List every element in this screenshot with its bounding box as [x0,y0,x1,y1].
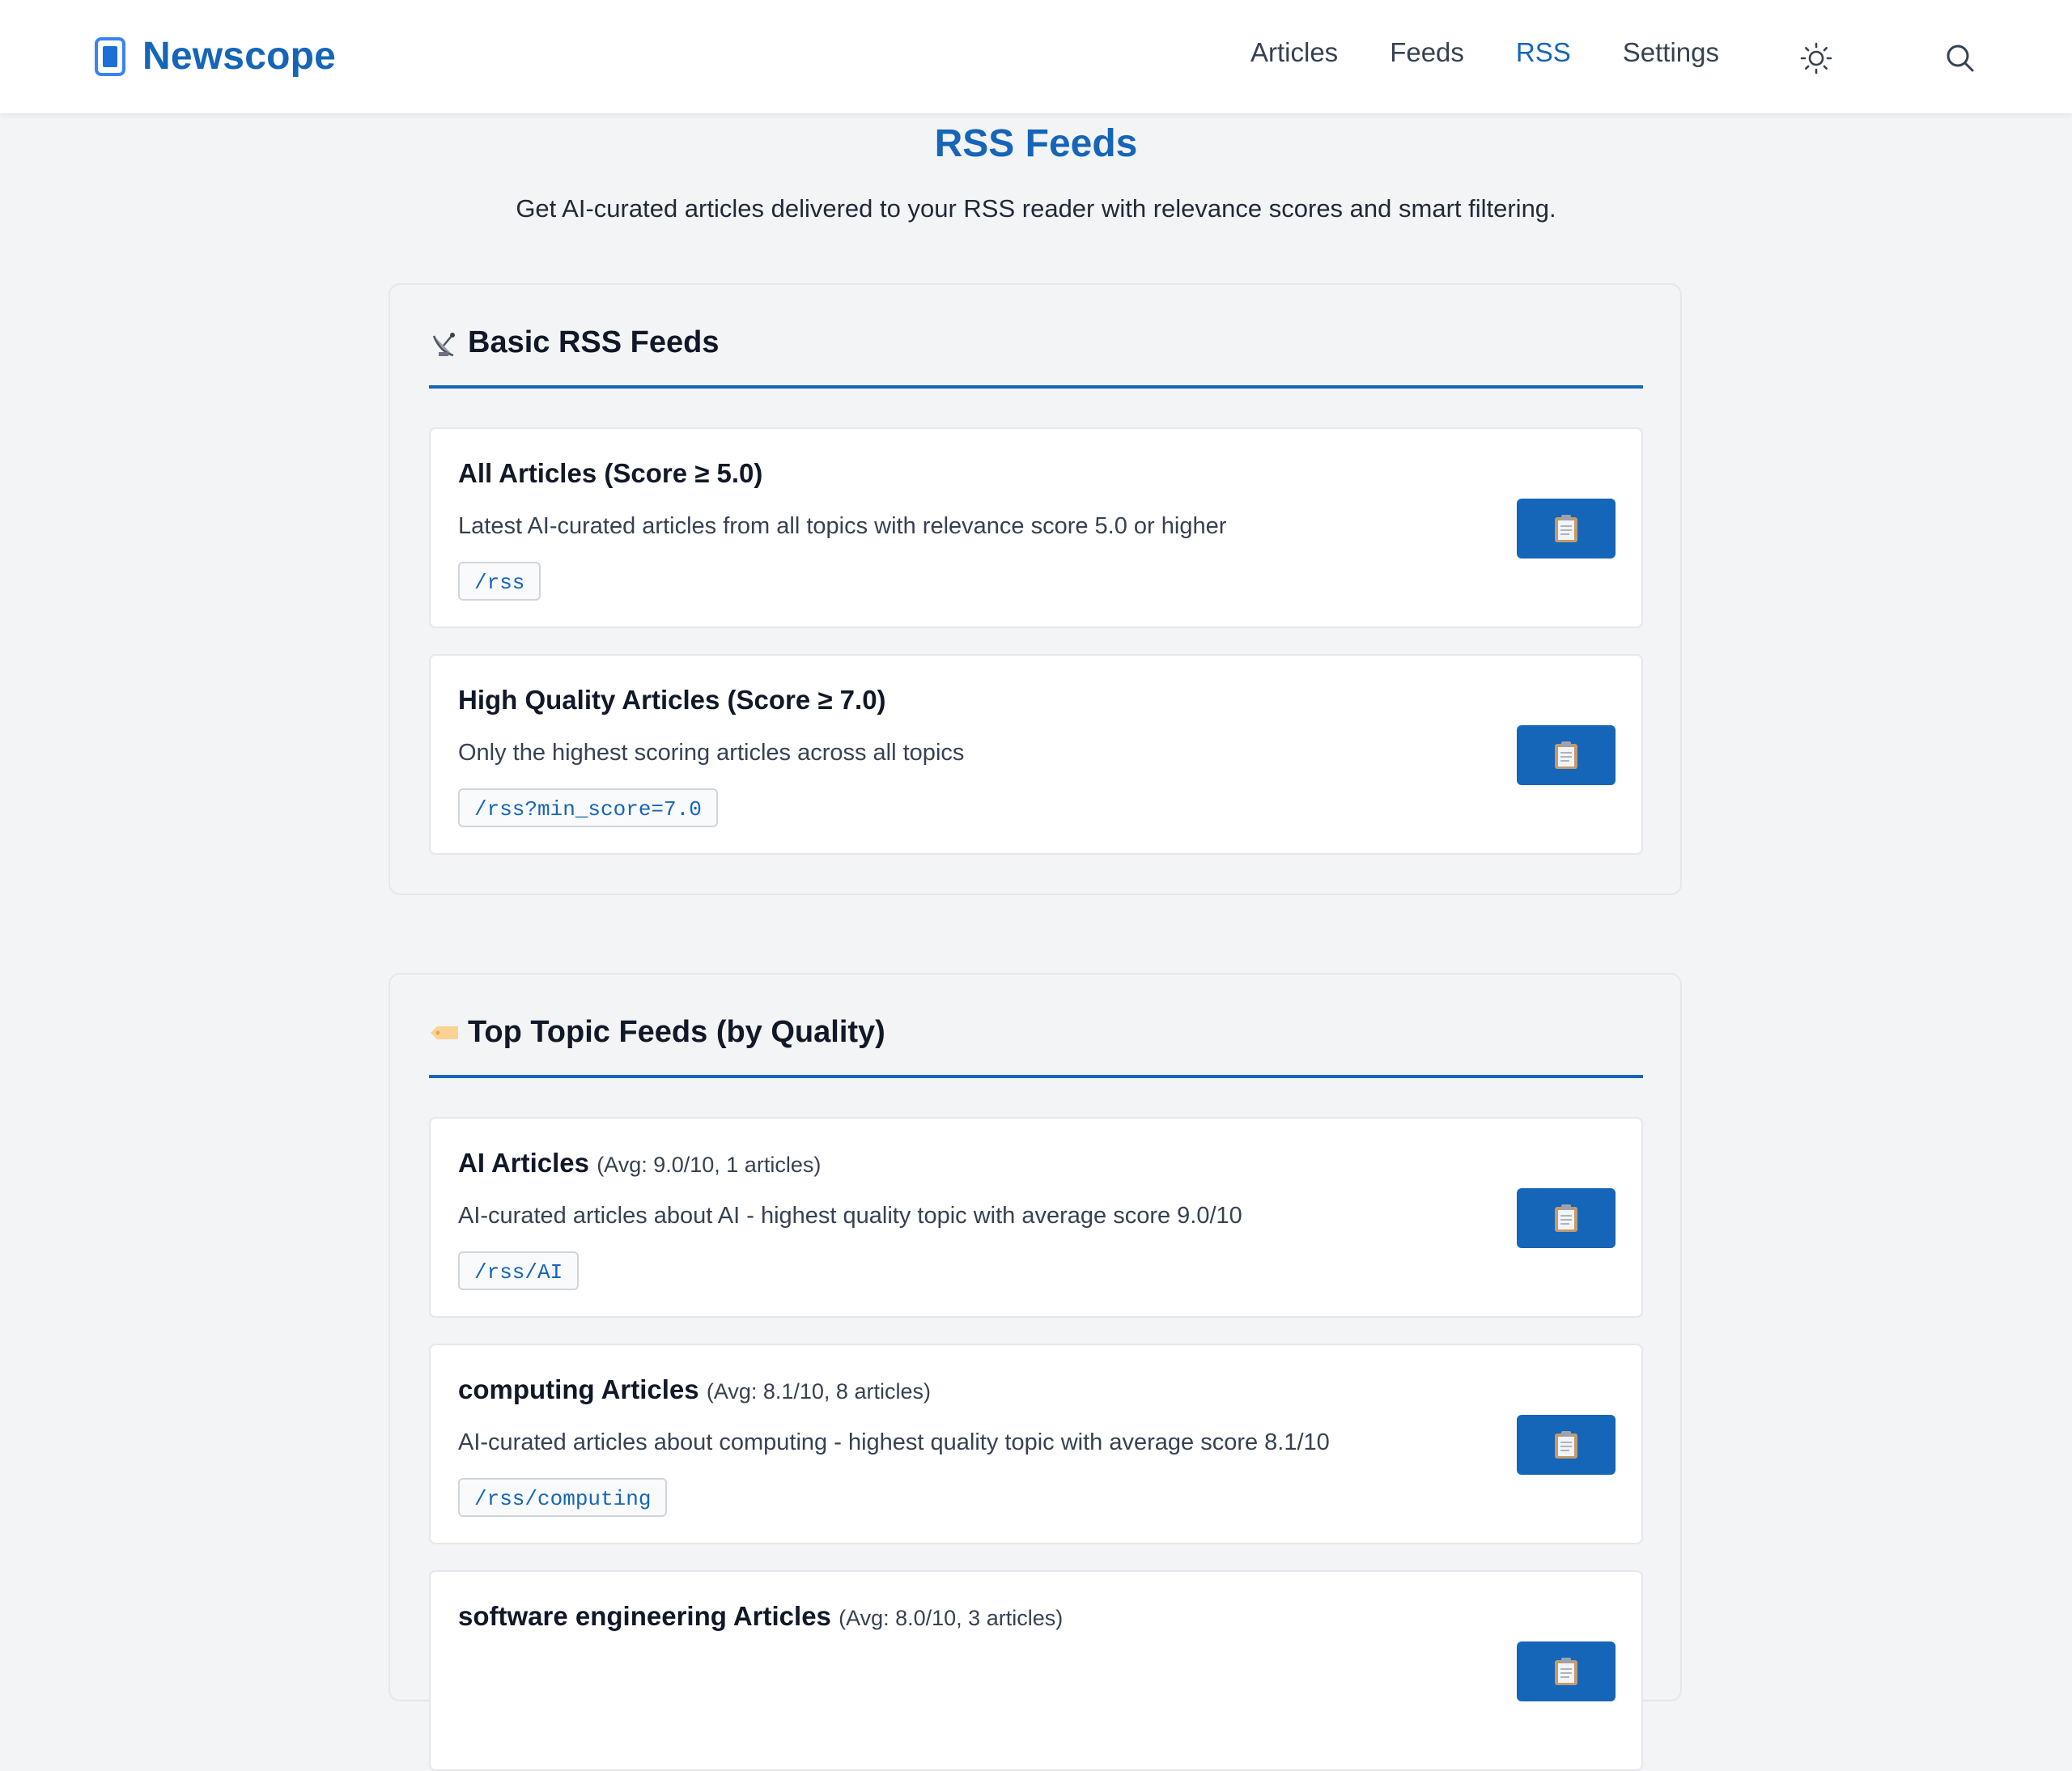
page-subtitle: Get AI-curated articles delivered to you… [516,194,1556,223]
main-nav: Articles Feeds RSS Settings [1250,37,1719,68]
feed-stats: (Avg: 8.0/10, 3 articles) [839,1606,1064,1630]
feed-title: High Quality Articles (Score ≥ 7.0) [458,685,886,715]
feed-url[interactable]: /rss [458,562,541,601]
nav-articles[interactable]: Articles [1250,37,1338,68]
copy-url-button[interactable] [1517,1188,1616,1248]
copy-url-button[interactable] [1517,1415,1616,1475]
nav-settings[interactable]: Settings [1623,37,1719,68]
clipboard-icon [1555,515,1577,542]
feed-title: computing Articles (Avg: 8.1/10, 8 artic… [458,1374,931,1404]
tag-icon [431,1026,458,1039]
feed-card: AI Articles (Avg: 9.0/10, 1 articles) AI… [429,1117,1643,1318]
section-title: Top Topic Feeds (by Quality) [468,1015,885,1049]
feed-url[interactable]: /rss/AI [458,1251,580,1290]
feed-description: AI-curated articles about AI - highest q… [458,1203,1242,1229]
section-divider [429,385,1643,389]
clipboard-icon [1555,1204,1577,1232]
nav-feeds[interactable]: Feeds [1390,37,1464,68]
feed-description: AI-curated articles about computing - hi… [458,1429,1330,1455]
feed-title: software engineering Articles (Avg: 8.0/… [458,1601,1064,1631]
feed-stats: (Avg: 9.0/10, 1 articles) [597,1153,822,1177]
feed-card: computing Articles (Avg: 8.1/10, 8 artic… [429,1344,1643,1544]
basic-feeds-section: Basic RSS Feeds All Articles (Score ≥ 5.… [388,283,1682,895]
section-title: Basic RSS Feeds [468,325,720,359]
search-icon[interactable] [1942,40,1978,76]
topic-feeds-section: Top Topic Feeds (by Quality) AI Articles… [388,973,1682,1771]
feed-title: AI Articles (Avg: 9.0/10, 1 articles) [458,1148,822,1178]
clipboard-icon [1555,741,1577,769]
section-header: Basic RSS Feeds [429,325,719,360]
sun-icon[interactable] [1798,40,1834,76]
feed-title: All Articles (Score ≥ 5.0) [458,458,763,488]
feed-description: Only the highest scoring articles across… [458,740,965,766]
feed-card: All Articles (Score ≥ 5.0) Latest AI-cur… [429,427,1643,628]
feed-description: Latest AI-curated articles from all topi… [458,513,1227,539]
app-logo-icon [95,36,125,76]
section-header: Top Topic Feeds (by Quality) [429,1015,885,1050]
copy-url-button[interactable] [1517,1641,1616,1701]
top-navigation-bar: Newscope Articles Feeds RSS Settings [0,0,2072,113]
brand-name: Newscope [142,35,337,78]
page-title: RSS Feeds [934,122,1138,165]
copy-url-button[interactable] [1517,725,1616,785]
copy-url-button[interactable] [1517,499,1616,558]
brand[interactable]: Newscope [94,34,336,79]
satellite-dish-icon [432,332,455,356]
nav-rss[interactable]: RSS [1516,37,1571,68]
feed-url[interactable]: /rss?min_score=7.0 [458,788,718,827]
feed-url[interactable]: /rss/computing [458,1478,668,1517]
feed-card: High Quality Articles (Score ≥ 7.0) Only… [429,654,1643,855]
clipboard-icon [1555,1431,1577,1459]
section-divider [429,1075,1643,1078]
feed-stats: (Avg: 8.1/10, 8 articles) [706,1379,931,1404]
feed-card: software engineering Articles (Avg: 8.0/… [429,1570,1643,1771]
clipboard-icon [1555,1658,1577,1685]
